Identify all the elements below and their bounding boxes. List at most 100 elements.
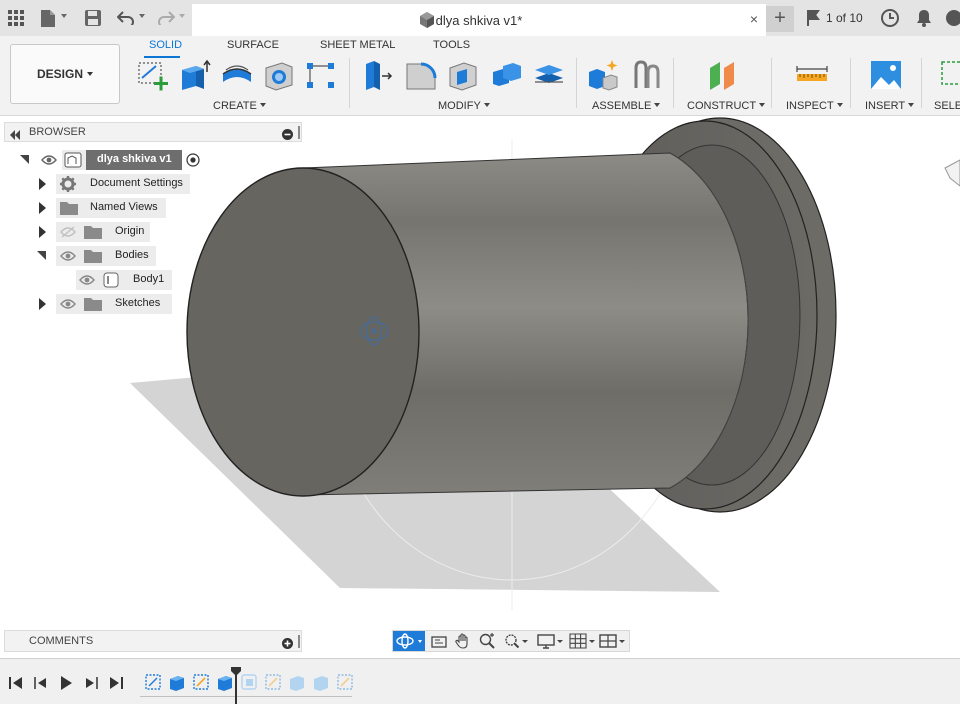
timeline-sketch-feature-icon[interactable] bbox=[144, 673, 162, 691]
eye-hidden-icon[interactable] bbox=[60, 226, 76, 238]
viewports-icon bbox=[599, 634, 625, 648]
minimize-panel-icon[interactable] bbox=[282, 127, 293, 145]
apps-grid-icon[interactable] bbox=[6, 8, 26, 28]
select-panel-menu[interactable]: SELE bbox=[934, 100, 960, 112]
file-icon[interactable] bbox=[38, 8, 58, 28]
browser-item-origin[interactable]: Origin bbox=[0, 222, 300, 242]
redo-caret-icon[interactable] bbox=[179, 14, 185, 18]
timeline-extrude-feature-icon[interactable] bbox=[168, 673, 186, 691]
redo-icon[interactable] bbox=[156, 8, 176, 28]
step-forward-icon[interactable] bbox=[83, 675, 99, 691]
file-menu-caret-icon[interactable] bbox=[61, 14, 67, 18]
panel-resize-handle[interactable] bbox=[298, 126, 300, 139]
expand-toggle-icon[interactable] bbox=[37, 251, 46, 260]
revolve-icon[interactable] bbox=[220, 58, 254, 92]
pan-button[interactable] bbox=[453, 631, 473, 651]
timeline-sketch-feature-icon[interactable] bbox=[192, 673, 210, 691]
new-tab-button[interactable]: + bbox=[766, 6, 794, 32]
panel-divider bbox=[771, 58, 772, 108]
zoom-window-icon bbox=[505, 634, 528, 649]
fit-zoom-menu-button[interactable] bbox=[503, 631, 529, 651]
fillet-icon[interactable] bbox=[404, 58, 438, 92]
orbit-button[interactable] bbox=[393, 631, 425, 651]
browser-item-label: Document Settings bbox=[90, 177, 183, 189]
browser-root-row[interactable]: dlya shkiva v1 bbox=[0, 150, 300, 170]
browser-item-bodies[interactable]: Bodies bbox=[0, 246, 300, 266]
collapse-panel-icon[interactable] bbox=[9, 127, 21, 145]
new-component-icon[interactable] bbox=[586, 58, 620, 92]
chevron-down-icon bbox=[483, 103, 490, 107]
workspace-switcher-button[interactable]: DESIGN bbox=[10, 44, 120, 104]
save-icon[interactable] bbox=[83, 8, 103, 28]
assemble-panel-label: ASSEMBLE bbox=[592, 100, 652, 112]
browser-item-body1[interactable]: Body1 bbox=[0, 270, 300, 290]
view-cube[interactable] bbox=[944, 159, 960, 187]
tab-tools[interactable]: TOOLS bbox=[433, 39, 470, 51]
press-pull-icon[interactable] bbox=[360, 58, 394, 92]
undo-icon[interactable] bbox=[116, 8, 136, 28]
tab-solid[interactable]: SOLID bbox=[149, 39, 182, 51]
measure-icon[interactable] bbox=[795, 58, 829, 92]
modify-panel-menu[interactable]: MODIFY bbox=[438, 100, 490, 112]
create-panel-menu[interactable]: CREATE bbox=[213, 100, 266, 112]
inspect-panel-menu[interactable]: INSPECT bbox=[786, 100, 843, 112]
joint-icon[interactable] bbox=[630, 58, 664, 92]
grid-settings-button[interactable] bbox=[569, 631, 595, 651]
hole-icon[interactable] bbox=[262, 58, 296, 92]
extrude-icon[interactable] bbox=[178, 58, 212, 92]
expand-toggle-icon[interactable] bbox=[39, 178, 46, 190]
step-back-icon[interactable] bbox=[33, 675, 49, 691]
panel-resize-handle[interactable] bbox=[298, 635, 300, 648]
play-icon[interactable] bbox=[58, 675, 74, 691]
offset-plane-icon[interactable] bbox=[706, 58, 740, 92]
add-comment-icon[interactable] bbox=[282, 636, 293, 654]
browser-item-label: Bodies bbox=[115, 249, 149, 261]
look-at-button[interactable] bbox=[429, 631, 449, 651]
timeline-suppressed-sketch-icon[interactable] bbox=[336, 673, 354, 691]
workspace-label: DESIGN bbox=[36, 67, 83, 81]
timeline-suppressed-feature-icon[interactable] bbox=[312, 673, 330, 691]
expand-toggle-icon[interactable] bbox=[39, 298, 46, 310]
close-tab-icon[interactable]: × bbox=[750, 11, 758, 27]
create-sketch-icon[interactable] bbox=[136, 58, 170, 92]
notifications-bell-icon[interactable] bbox=[914, 8, 934, 28]
timeline-suppressed-feature-icon[interactable] bbox=[288, 673, 306, 691]
zoom-button[interactable] bbox=[477, 631, 497, 651]
offset-face-icon[interactable] bbox=[532, 58, 566, 92]
undo-caret-icon[interactable] bbox=[139, 14, 145, 18]
eye-visibility-icon[interactable] bbox=[60, 250, 76, 262]
version-count[interactable]: 1 of 10 bbox=[826, 11, 863, 25]
eye-visibility-icon[interactable] bbox=[41, 154, 57, 166]
construct-panel-menu[interactable]: CONSTRUCT bbox=[687, 100, 766, 112]
viewports-button[interactable] bbox=[599, 631, 625, 651]
shell-icon[interactable] bbox=[446, 58, 480, 92]
eye-visibility-icon[interactable] bbox=[79, 274, 95, 286]
browser-item-sketches[interactable]: Sketches bbox=[0, 294, 300, 314]
activate-component-radio-icon[interactable] bbox=[186, 153, 200, 167]
tab-surface[interactable]: SURFACE bbox=[227, 39, 279, 51]
pattern-icon[interactable] bbox=[304, 58, 338, 92]
document-tab[interactable]: dlya shkiva v1* × bbox=[192, 4, 766, 36]
version-history-icon[interactable] bbox=[804, 8, 824, 28]
browser-item-label: Sketches bbox=[115, 297, 161, 309]
eye-visibility-icon[interactable] bbox=[60, 298, 76, 310]
go-to-start-icon[interactable] bbox=[8, 675, 24, 691]
browser-item-named-views[interactable]: Named Views bbox=[0, 198, 300, 218]
timeline-suppressed-feature-icon[interactable] bbox=[240, 673, 258, 691]
browser-item-document-settings[interactable]: Document Settings bbox=[0, 174, 300, 194]
timeline-suppressed-sketch-icon[interactable] bbox=[264, 673, 282, 691]
navigation-bar bbox=[392, 630, 630, 652]
go-to-end-icon[interactable] bbox=[108, 675, 124, 691]
assemble-panel-menu[interactable]: ASSEMBLE bbox=[592, 100, 661, 112]
combine-icon[interactable] bbox=[490, 58, 524, 92]
job-status-clock-icon[interactable] bbox=[880, 8, 900, 28]
expand-toggle-icon[interactable] bbox=[20, 155, 29, 164]
expand-toggle-icon[interactable] bbox=[39, 202, 46, 214]
select-window-icon[interactable] bbox=[938, 58, 960, 92]
display-settings-button[interactable] bbox=[537, 631, 563, 651]
insert-panel-menu[interactable]: INSERT bbox=[865, 100, 915, 112]
expand-toggle-icon[interactable] bbox=[39, 226, 46, 238]
help-icon[interactable] bbox=[944, 8, 960, 28]
tab-sheet-metal[interactable]: SHEET METAL bbox=[320, 39, 395, 51]
insert-image-icon[interactable] bbox=[869, 58, 903, 92]
